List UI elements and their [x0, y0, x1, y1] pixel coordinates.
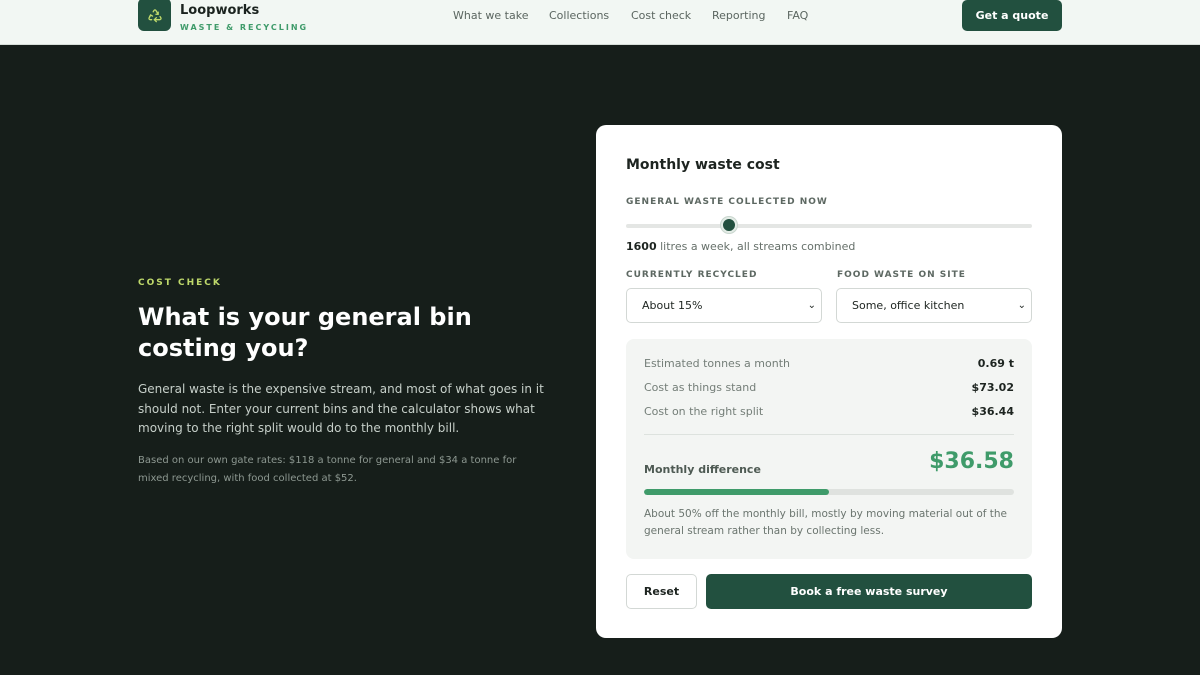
slider-readout: 1600 litres a week, all streams combined [626, 240, 855, 253]
cost-calculator-card: Monthly waste cost GENERAL WASTE COLLECT… [596, 125, 1062, 638]
brand-name[interactable]: Loopworks [180, 3, 259, 18]
chevron-down-icon: ⌄ [1017, 300, 1026, 311]
book-survey-button[interactable]: Book a free waste survey [706, 574, 1032, 609]
result-row-current-cost: Cost as things stand $73.02 [644, 381, 1014, 397]
results-divider [644, 434, 1014, 435]
result-value: $36.44 [971, 405, 1014, 418]
results-panel: Estimated tonnes a month 0.69 t Cost as … [626, 339, 1032, 559]
rates-fineprint: Based on our own gate rates: $118 a tonn… [138, 455, 517, 484]
nav-link-reporting[interactable]: Reporting [712, 9, 765, 22]
volume-slider-track[interactable] [626, 224, 1032, 228]
result-label: Cost on the right split [644, 405, 764, 418]
result-label: Estimated tonnes a month [644, 357, 790, 370]
recycle-icon[interactable] [138, 0, 171, 31]
savings-progress-bar [644, 489, 1014, 495]
result-label: Cost as things stand [644, 381, 757, 394]
calculator-title: Monthly waste cost [626, 157, 780, 173]
recycled-label: CURRENTLY RECYCLED [626, 270, 758, 280]
recycled-selected-value: About 15% [642, 299, 703, 312]
slider-label: GENERAL WASTE COLLECTED NOW [626, 197, 828, 207]
savings-progress-fill [644, 489, 829, 495]
reset-button[interactable]: Reset [626, 574, 697, 609]
difference-label: Monthly difference [644, 463, 761, 476]
result-value: $73.02 [971, 381, 1014, 394]
food-waste-label: FOOD WASTE ON SITE [837, 270, 966, 280]
slider-unit-text: litres a week, all streams combined [656, 240, 856, 253]
food-waste-select[interactable]: Some, office kitchen ⌄ [836, 288, 1032, 323]
difference-value: $36.58 [929, 449, 1014, 474]
result-row-tonnes: Estimated tonnes a month 0.69 t [644, 357, 1014, 373]
result-row-split-cost: Cost on the right split $36.44 [644, 405, 1014, 421]
food-waste-selected-value: Some, office kitchen [852, 299, 965, 312]
nav-link-cost-check[interactable]: Cost check [631, 9, 691, 22]
result-value: 0.69 t [977, 357, 1014, 370]
recycled-select[interactable]: About 15% ⌄ [626, 288, 822, 323]
slider-value: 1600 [626, 240, 657, 253]
get-a-quote-button[interactable]: Get a quote [962, 0, 1062, 31]
nav-link-faq[interactable]: FAQ [787, 9, 808, 22]
savings-note: About 50% off the monthly bill, mostly b… [644, 508, 1008, 537]
section-eyebrow: COST CHECK [138, 278, 222, 288]
volume-slider-thumb[interactable] [721, 217, 737, 233]
brand-tagline: WASTE & RECYCLING [180, 23, 309, 32]
intro-paragraph: General waste is the expensive stream, a… [138, 382, 544, 435]
page-headline: What is your general bin costing you? [138, 303, 472, 362]
nav-link-collections[interactable]: Collections [549, 9, 609, 22]
nav-link-what-we-take[interactable]: What we take [453, 9, 528, 22]
chevron-down-icon: ⌄ [807, 300, 816, 311]
top-navigation-bar: Loopworks WASTE & RECYCLING What we take… [0, 0, 1200, 45]
